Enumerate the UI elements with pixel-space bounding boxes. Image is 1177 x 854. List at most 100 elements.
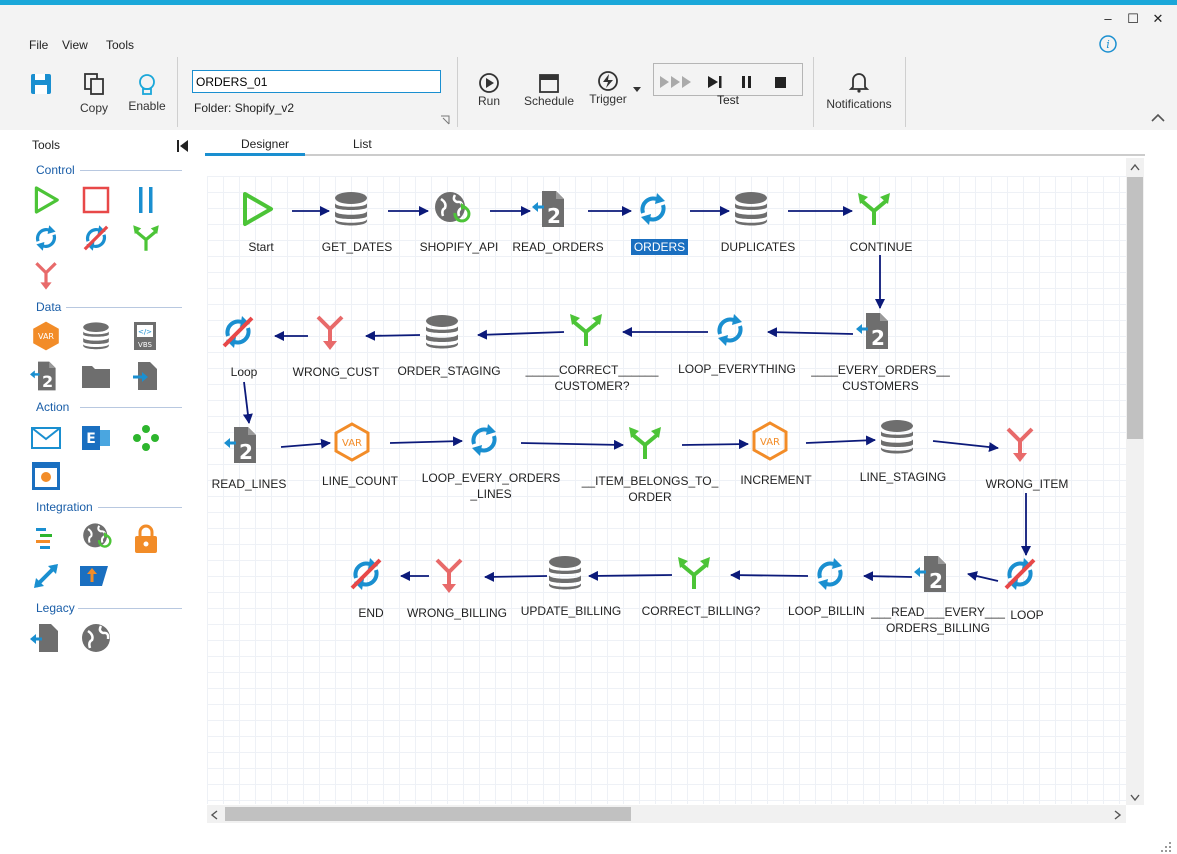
- start-node-icon[interactable]: [237, 189, 277, 229]
- node-label: LOOP_EVERY_ORDERS: [421, 471, 561, 485]
- step-icon[interactable]: [707, 75, 723, 89]
- condition-node-icon[interactable]: [674, 553, 714, 593]
- menu-tools[interactable]: Tools: [106, 38, 134, 52]
- database-tool-icon[interactable]: [80, 320, 112, 352]
- break-loop-node-icon[interactable]: [1000, 554, 1040, 594]
- condition-node-icon[interactable]: [566, 310, 606, 350]
- web-service-tool-icon[interactable]: [80, 521, 112, 553]
- loop-node-icon[interactable]: [810, 554, 850, 594]
- vertical-scroll-thumb[interactable]: [1127, 177, 1143, 439]
- stop-tool-icon[interactable]: [80, 184, 112, 216]
- pause-tool-icon[interactable]: [130, 184, 162, 216]
- horizontal-scroll-thumb[interactable]: [225, 807, 631, 821]
- loop-node-icon[interactable]: [464, 420, 504, 460]
- database-node-icon[interactable]: [731, 189, 771, 229]
- run-button[interactable]: Run: [474, 72, 504, 108]
- read-file-node-icon[interactable]: [856, 311, 896, 351]
- tab-designer[interactable]: Designer: [241, 137, 289, 151]
- enable-label: Enable: [128, 99, 166, 113]
- loop-node-icon[interactable]: [633, 189, 673, 229]
- scroll-down-icon[interactable]: [1130, 794, 1140, 802]
- database-node-icon[interactable]: [877, 417, 917, 457]
- variable-tool-icon[interactable]: VAR: [30, 320, 62, 352]
- scroll-right-icon[interactable]: [1114, 810, 1122, 820]
- read-file-tool-icon[interactable]: [30, 360, 62, 392]
- read-file-node-icon[interactable]: [224, 425, 264, 465]
- copy-button[interactable]: Copy: [75, 73, 113, 115]
- database-node-icon[interactable]: [422, 312, 462, 352]
- section-legacy: Legacy: [36, 601, 75, 615]
- database-node-icon[interactable]: [545, 553, 585, 593]
- schedule-button[interactable]: Schedule: [522, 72, 576, 108]
- vertical-scrollbar[interactable]: [1126, 158, 1144, 805]
- copy-label: Copy: [79, 101, 108, 115]
- merge-node-icon[interactable]: [429, 556, 469, 596]
- stop-icon[interactable]: [774, 75, 788, 89]
- notifications-button[interactable]: Notifications: [822, 71, 896, 111]
- close-button[interactable]: ✕: [1150, 11, 1166, 27]
- node-label: CONTINUE: [849, 240, 913, 254]
- scroll-left-icon[interactable]: [210, 810, 218, 820]
- ribbon-separator: [177, 57, 178, 127]
- node-label: READ_LINES: [211, 477, 287, 491]
- lock-tool-icon[interactable]: [130, 523, 162, 555]
- folder-tool-icon[interactable]: [80, 360, 112, 392]
- variable-node-icon[interactable]: [332, 422, 372, 462]
- workflow-name-input[interactable]: [192, 70, 441, 93]
- expand-corner-icon[interactable]: [440, 115, 450, 125]
- trigger-button[interactable]: Trigger: [587, 70, 629, 106]
- break-loop-node-icon[interactable]: [346, 554, 386, 594]
- collapse-panel-icon[interactable]: [177, 140, 189, 152]
- upload-tool-icon[interactable]: [78, 560, 110, 592]
- tab-list[interactable]: List: [353, 137, 372, 151]
- loop-node-icon[interactable]: [710, 310, 750, 350]
- loop-tool-icon[interactable]: [30, 222, 62, 254]
- trigger-dropdown-icon[interactable]: [633, 87, 641, 93]
- menu-view[interactable]: View: [62, 38, 88, 52]
- script-vbs-tool-icon[interactable]: </> VBS: [130, 320, 162, 352]
- break-loop-node-icon[interactable]: [218, 312, 258, 352]
- node-label: Start: [248, 240, 274, 254]
- network-tool-icon[interactable]: [130, 422, 162, 454]
- read-file-node-icon[interactable]: [914, 554, 954, 594]
- variable-node-icon[interactable]: [750, 421, 790, 461]
- email-tool-icon[interactable]: [30, 422, 62, 454]
- break-loop-tool-icon[interactable]: [80, 222, 112, 254]
- legacy-file-tool-icon[interactable]: [30, 622, 62, 654]
- mapping-tool-icon[interactable]: [30, 523, 62, 555]
- maximize-button[interactable]: ☐: [1125, 11, 1141, 27]
- enable-button[interactable]: Enable: [124, 73, 170, 113]
- horizontal-scrollbar[interactable]: [207, 805, 1126, 823]
- resize-grip-icon[interactable]: [1160, 841, 1172, 853]
- merge-tool-icon[interactable]: [30, 260, 62, 292]
- collapse-ribbon-icon[interactable]: [1151, 113, 1165, 123]
- write-file-tool-icon[interactable]: [130, 360, 162, 392]
- minimize-button[interactable]: –: [1100, 11, 1116, 26]
- save-button[interactable]: [27, 73, 55, 95]
- node-label: WRONG_CUST: [292, 365, 380, 379]
- condition-tool-icon[interactable]: [130, 222, 162, 254]
- tab-underline: [205, 154, 1145, 156]
- pause-icon[interactable]: [739, 75, 755, 89]
- web-service-node-icon[interactable]: [431, 189, 471, 229]
- fast-forward-icon[interactable]: [660, 75, 694, 89]
- legacy-globe-tool-icon[interactable]: [80, 622, 112, 654]
- info-icon[interactable]: i: [1098, 34, 1118, 54]
- scroll-up-icon[interactable]: [1130, 163, 1140, 171]
- merge-node-icon[interactable]: [1000, 425, 1040, 465]
- node-label: LINE_COUNT: [321, 474, 398, 488]
- node-label: DUPLICATES: [720, 240, 796, 254]
- exchange-tool-icon[interactable]: E: [80, 422, 112, 454]
- merge-node-icon[interactable]: [310, 313, 350, 353]
- section-control: Control: [36, 163, 75, 177]
- menu-file[interactable]: File: [29, 38, 48, 52]
- start-tool-icon[interactable]: [30, 184, 62, 216]
- database-node-icon[interactable]: [331, 189, 371, 229]
- app-window-tool-icon[interactable]: [30, 460, 62, 492]
- transfer-tool-icon[interactable]: [30, 560, 62, 592]
- read-file-node-icon[interactable]: [532, 189, 572, 229]
- notifications-label: Notifications: [826, 97, 892, 111]
- section-action: Action: [36, 400, 70, 414]
- condition-node-icon[interactable]: [854, 189, 894, 229]
- condition-node-icon[interactable]: [625, 423, 665, 463]
